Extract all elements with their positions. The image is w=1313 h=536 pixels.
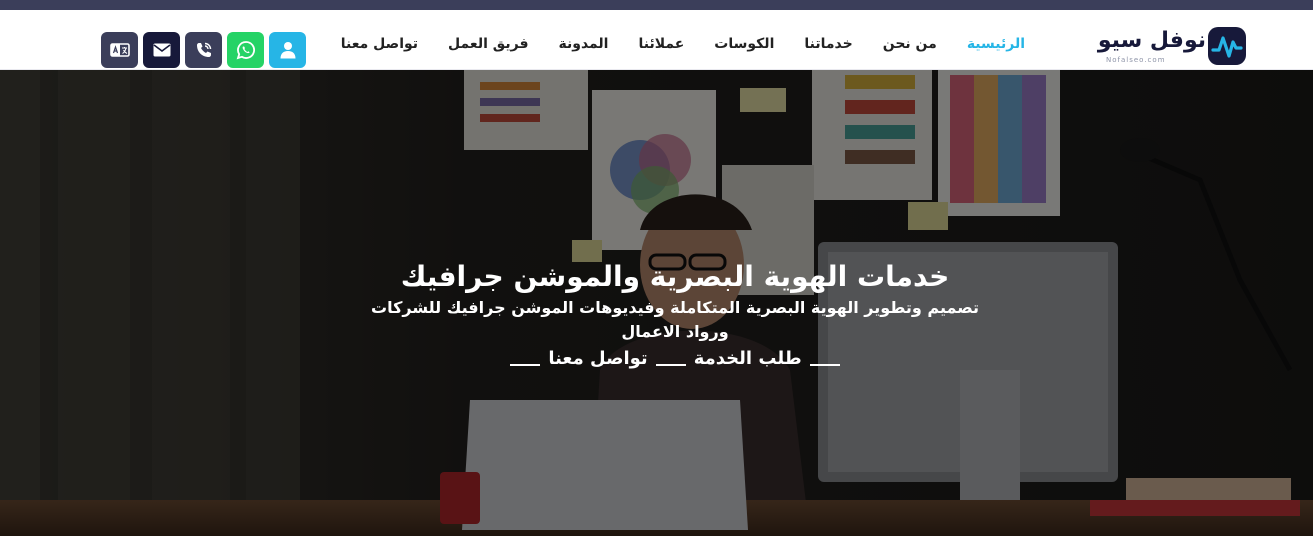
envelope-icon — [153, 43, 170, 57]
language-icon — [109, 43, 130, 57]
logo-mark-icon — [1208, 27, 1246, 65]
email-button[interactable] — [143, 32, 180, 68]
viber-icon — [196, 42, 211, 57]
site-logo[interactable]: نوفل سيو Nofalseo.com — [1094, 26, 1250, 66]
contact-us-link[interactable]: تواصل معنا — [548, 348, 647, 369]
cta-divider — [809, 363, 840, 366]
nav-item-services[interactable]: خدماتنا — [804, 34, 852, 54]
header-icon-group — [101, 32, 306, 68]
logo-subtext: Nofalseo.com — [1106, 56, 1166, 64]
viber-button[interactable] — [185, 32, 222, 68]
hero-section: خدمات الهوية البصرية والموشن جرافيك تصمي… — [0, 70, 1313, 536]
hero-content: خدمات الهوية البصرية والموشن جرافيك تصمي… — [350, 260, 1000, 369]
whatsapp-icon — [236, 41, 255, 60]
nav-item-contact[interactable]: تواصل معنا — [341, 34, 418, 54]
hero-title: خدمات الهوية البصرية والموشن جرافيك — [400, 260, 950, 293]
user-icon — [280, 42, 295, 59]
whatsapp-button[interactable] — [227, 32, 264, 68]
cta-divider — [655, 363, 686, 366]
cta-divider — [510, 363, 541, 366]
navbar: نوفل سيو Nofalseo.com الرئيسية من نحن خد… — [0, 10, 1313, 70]
nav-item-about[interactable]: من نحن — [883, 34, 937, 54]
request-service-link[interactable]: طلب الخدمة — [694, 348, 802, 369]
nav-item-home[interactable]: الرئيسية — [967, 34, 1025, 54]
language-button[interactable] — [101, 32, 138, 68]
logo-text: نوفل سيو — [1097, 28, 1206, 53]
hero-subtitle: تصميم وتطوير الهوية البصرية المتكاملة وف… — [371, 298, 979, 341]
main-menu: الرئيسية من نحن خدماتنا الكوسات عملائنا … — [341, 34, 1025, 54]
nav-item-clients[interactable]: عملائنا — [638, 34, 684, 54]
account-button[interactable] — [269, 32, 306, 68]
nav-item-team[interactable]: فريق العمل — [448, 34, 528, 54]
hero-cta-group: طلب الخدمة تواصل معنا — [350, 348, 1000, 369]
nav-item-blog[interactable]: المدونة — [559, 34, 609, 54]
nav-item-courses[interactable]: الكوسات — [714, 34, 774, 54]
top-strip — [0, 0, 1313, 10]
